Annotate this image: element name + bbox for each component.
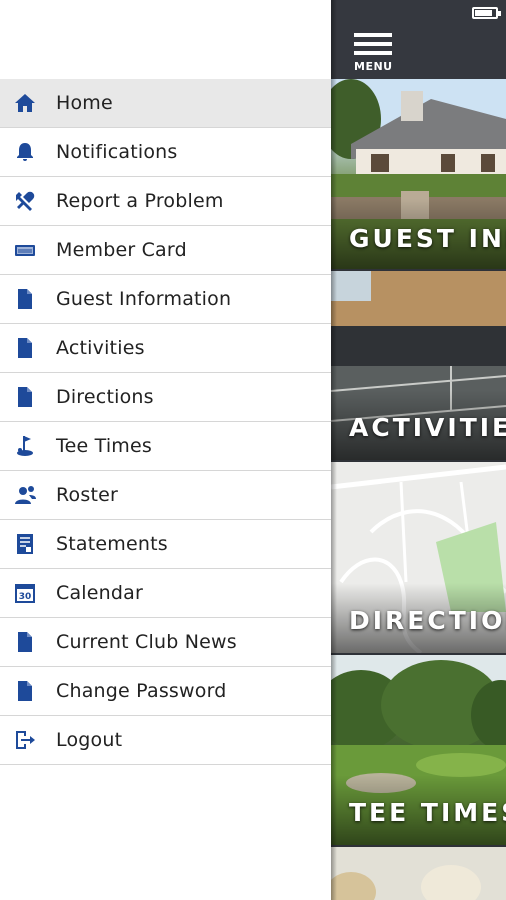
menu-button-label: MENU: [354, 60, 393, 73]
document-icon: [18, 632, 32, 652]
menu-item-calendar[interactable]: 30 Calendar: [0, 569, 331, 618]
hamburger-bar: [354, 51, 392, 55]
menu-item-label: Notifications: [56, 141, 178, 163]
document-icon: [18, 289, 32, 309]
hamburger-icon: [354, 33, 392, 37]
menu-item-label: Activities: [56, 337, 145, 359]
menu-item-label: Tee Times: [56, 435, 152, 457]
partial-photo: [331, 847, 506, 900]
golf-icon: [17, 436, 33, 456]
menu-item-label: Report a Problem: [56, 190, 224, 212]
document-icon: [18, 387, 32, 407]
menu-button[interactable]: MENU: [354, 33, 394, 73]
tile-partial[interactable]: [331, 847, 506, 900]
menu-item-label: Logout: [56, 729, 123, 751]
menu-item-label: Roster: [56, 484, 119, 506]
statement-icon: [17, 534, 33, 554]
menu-item-current-club-news[interactable]: Current Club News: [0, 618, 331, 667]
home-icon: [15, 94, 35, 112]
menu-item-label: Statements: [56, 533, 168, 555]
menu-item-label: Member Card: [56, 239, 187, 261]
menu-item-label: Current Club News: [56, 631, 237, 653]
battery-icon: [472, 7, 501, 19]
tile-caption: GUEST INFORMATION: [349, 224, 506, 253]
menu-item-guest-information[interactable]: Guest Information: [0, 275, 331, 324]
people-icon: [15, 486, 36, 504]
menu-item-label: Calendar: [56, 582, 144, 604]
app-header: MENU: [331, 0, 506, 79]
tile-directions[interactable]: DIRECTIONS: [331, 462, 506, 653]
card-icon: [15, 245, 35, 256]
navigation-drawer: Home Notifications Report a Problem Memb…: [0, 0, 331, 900]
tile-caption: ACTIVITIES: [349, 413, 506, 442]
menu-item-label: Guest Information: [56, 288, 232, 310]
menu-item-home[interactable]: Home: [0, 79, 331, 128]
menu-item-label: Directions: [56, 386, 154, 408]
tools-icon: [16, 191, 35, 211]
menu-item-directions[interactable]: Directions: [0, 373, 331, 422]
bell-icon: [17, 143, 33, 161]
document-icon: [18, 681, 32, 701]
main-content-pane: MENU GUEST INFORMATION A: [331, 0, 506, 900]
menu-item-change-password[interactable]: Change Password: [0, 667, 331, 716]
tile-activities[interactable]: ACTIVITIES: [331, 271, 506, 460]
menu-item-roster[interactable]: Roster: [0, 471, 331, 520]
menu-item-report-a-problem[interactable]: Report a Problem: [0, 177, 331, 226]
menu-item-label: Change Password: [56, 680, 227, 702]
menu-item-activities[interactable]: Activities: [0, 324, 331, 373]
menu-item-logout[interactable]: Logout: [0, 716, 331, 765]
menu-item-member-card[interactable]: Member Card: [0, 226, 331, 275]
menu-list: Home Notifications Report a Problem Memb…: [0, 79, 331, 765]
hamburger-bar: [354, 42, 392, 46]
document-icon: [18, 338, 32, 358]
tile-guest-information[interactable]: GUEST INFORMATION: [331, 79, 506, 269]
calendar-icon: 30: [15, 584, 35, 603]
menu-item-statements[interactable]: Statements: [0, 520, 331, 569]
calendar-icon-day: 30: [19, 592, 32, 602]
tile-caption: TEE TIMES: [349, 798, 506, 827]
menu-item-label: Home: [56, 92, 113, 114]
tile-caption: DIRECTIONS: [349, 606, 506, 635]
menu-item-notifications[interactable]: Notifications: [0, 128, 331, 177]
tile-tee-times[interactable]: TEE TIMES: [331, 655, 506, 845]
logout-icon: [16, 731, 35, 749]
menu-item-tee-times[interactable]: Tee Times: [0, 422, 331, 471]
